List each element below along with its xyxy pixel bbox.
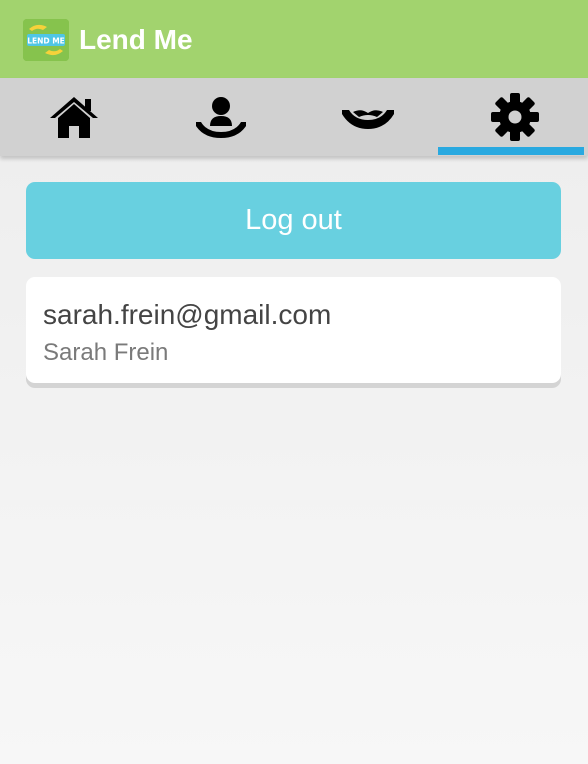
person-in-hand-icon — [195, 97, 246, 138]
account-name: Sarah Frein — [43, 339, 169, 366]
logo-text: LEND ME — [27, 37, 65, 46]
account-card: sarah.frein@gmail.com Sarah Frein — [26, 277, 561, 383]
tab-bar — [0, 78, 588, 156]
active-tab-indicator — [438, 147, 584, 155]
tab-settings[interactable] — [441, 78, 588, 156]
gear-icon — [490, 93, 539, 141]
app-logo: LEND ME — [23, 19, 69, 61]
logout-button[interactable]: Log out — [26, 182, 561, 259]
account-email: sarah.frein@gmail.com — [43, 299, 332, 330]
app-bar: LEND ME Lend Me — [0, 0, 588, 78]
handshake-icon — [341, 110, 394, 129]
tab-home[interactable] — [0, 78, 147, 156]
tab-lend[interactable] — [294, 78, 441, 156]
app-title: Lend Me — [79, 24, 193, 55]
tab-receive[interactable] — [147, 78, 294, 156]
home-icon — [49, 97, 98, 138]
